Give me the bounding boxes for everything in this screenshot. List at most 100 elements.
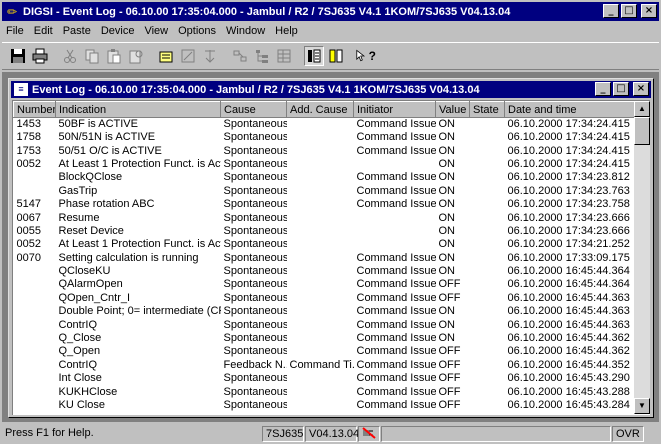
menu-file[interactable]: File	[6, 25, 24, 37]
cell-date-time: 06.10.2000 16:45:43.290	[507, 372, 630, 385]
cell-initiator	[354, 238, 436, 251]
cell-state	[470, 305, 505, 318]
cut-icon[interactable]	[60, 46, 80, 66]
column-header-initiator[interactable]: Initiator	[353, 101, 436, 118]
cell-value: ON	[438, 118, 456, 130]
maximize-button[interactable]: □	[621, 4, 637, 18]
table-row[interactable]: 0067 Resume Spontaneous ON 06.10.2000 17:34:…	[14, 211, 636, 224]
table-row[interactable]: ContrIQ Feedback N...Command Ti...Command…	[14, 359, 636, 372]
cell-state	[470, 144, 505, 157]
column-header-date-time[interactable]: Date and time	[504, 101, 636, 118]
menu-window[interactable]: Window	[226, 25, 265, 37]
cell-value: ON	[438, 265, 456, 278]
table-row[interactable]: QOpen_Cntr_I Spontaneous Command Issue...O…	[14, 292, 636, 305]
save-icon[interactable]	[8, 46, 28, 66]
scroll-down-button[interactable]: ▼	[634, 398, 650, 414]
app-titlebar[interactable]: ✏ DIGSI - Event Log - 06.10.00 17:35:04.…	[2, 2, 659, 21]
menu-paste[interactable]: Paste	[63, 25, 91, 37]
cell-initiator: Command Issue...	[356, 291, 436, 304]
child-close-button[interactable]: ×	[633, 82, 649, 96]
child-maximize-button[interactable]: □	[613, 82, 629, 96]
cell-date-time: 06.10.2000 17:33:09.175	[507, 251, 630, 264]
table-row[interactable]: 5147 Phase rotation ABC Spontaneous Command…	[14, 198, 636, 211]
details-icon[interactable]	[304, 46, 324, 66]
vertical-scrollbar[interactable]: ▲ ▼	[634, 101, 650, 414]
cell-indication: 50BF is ACTIVE	[58, 118, 138, 130]
table-row[interactable]: ContrIQ Spontaneous Command Issue...ON 06.1…	[14, 318, 636, 331]
cell-cause: Spontaneous	[223, 251, 287, 264]
table-row[interactable]: GasTrip Spontaneous Command Issue...ON 06.1…	[14, 185, 636, 198]
column-header-value[interactable]: Value	[435, 101, 470, 118]
print-icon[interactable]	[30, 46, 50, 66]
cell-number	[14, 278, 56, 291]
sort-icon[interactable]	[200, 46, 220, 66]
digsi-app-icon[interactable]: ✏	[5, 5, 19, 19]
menu-help[interactable]: Help	[275, 25, 298, 37]
cell-number: 0070	[16, 251, 41, 264]
cell-add-cause	[287, 292, 354, 305]
table-row[interactable]: KUKHClose Spontaneous Command Issue...OFF 0…	[14, 385, 636, 398]
cell-initiator: Command Issue...	[356, 305, 436, 318]
menu-view[interactable]: View	[144, 25, 168, 37]
paste-special-icon[interactable]	[126, 46, 146, 66]
properties-icon[interactable]	[156, 46, 176, 66]
cell-add-cause	[287, 252, 354, 265]
column-header-cause[interactable]: Cause	[220, 101, 287, 118]
menu-device[interactable]: Device	[101, 25, 135, 37]
cell-number	[14, 292, 56, 305]
object-props-icon[interactable]	[178, 46, 198, 66]
cell-add-cause	[287, 265, 354, 278]
cell-value: ON	[438, 171, 456, 184]
cell-date-time: 06.10.2000 16:45:43.284	[507, 399, 630, 411]
menu-options[interactable]: Options	[178, 25, 216, 37]
cell-number	[14, 185, 56, 198]
event-log-doc-icon[interactable]: ≡	[14, 83, 28, 96]
cell-number: 1758	[16, 131, 41, 144]
menu-edit[interactable]: Edit	[34, 25, 53, 37]
table-row[interactable]: QCloseKU Spontaneous Command Issue...ON 06.…	[14, 265, 636, 278]
scroll-thumb[interactable]	[634, 117, 650, 145]
cell-number	[14, 265, 56, 278]
status-help-text: Press F1 for Help.	[5, 427, 94, 439]
column-view-icon[interactable]	[326, 46, 346, 66]
paste-icon[interactable]	[104, 46, 124, 66]
cell-add-cause	[287, 144, 354, 157]
table-row[interactable]: BlockQClose Spontaneous Command Issue...ON…	[14, 171, 636, 184]
help-icon[interactable]: ?	[356, 46, 376, 66]
minimize-button[interactable]: _	[603, 4, 619, 18]
cell-initiator: Command Issue...	[356, 251, 436, 264]
table-row[interactable]: 0052 At Least 1 Protection Funct. is Acti…	[14, 158, 636, 171]
child-minimize-button[interactable]: _	[595, 82, 611, 96]
cell-date-time: 06.10.2000 17:34:23.812	[507, 171, 630, 184]
column-header-indication[interactable]: Indication	[55, 101, 221, 118]
cell-number: 1453	[16, 118, 41, 130]
table-row[interactable]: KU Close Spontaneous Command Issue...OFF 06…	[14, 399, 636, 412]
cell-state	[470, 185, 505, 198]
table-row[interactable]: 0052 At Least 1 Protection Funct. is Acti…	[14, 238, 636, 251]
column-header-number[interactable]: Number	[13, 101, 56, 118]
table-row[interactable]: Q_Open Spontaneous Command Issue...OFF 06.1…	[14, 345, 636, 358]
copy-icon[interactable]	[82, 46, 102, 66]
table-row[interactable]: 0055 Reset Device Spontaneous ON 06.10.2000 …	[14, 225, 636, 238]
table-row[interactable]: Double Point; 0= intermediate (CF_D2)Spo…	[14, 305, 636, 318]
cell-number: 5147	[16, 198, 41, 211]
event-log-titlebar[interactable]: ≡ Event Log - 06.10.00 17:35:04.000 - Ja…	[11, 81, 651, 98]
table-row[interactable]: 0070 Setting calculation is running Sponta…	[14, 252, 636, 265]
table-row[interactable]: 1758 50N/51N is ACTIVE Spontaneous Command …	[14, 131, 636, 144]
column-header-state[interactable]: State	[469, 101, 505, 118]
table-row[interactable]: 1453 50BF is ACTIVE Spontaneous Command Iss…	[14, 118, 636, 132]
cell-cause: Spontaneous	[223, 399, 287, 411]
status-device: 7SJ635	[262, 426, 304, 442]
table-row[interactable]: Q_Close Spontaneous Command Issue...ON 06.1…	[14, 332, 636, 345]
table-row[interactable]: Int Close Spontaneous Command Issue...OFF 0…	[14, 372, 636, 385]
reorder-icon[interactable]	[230, 46, 250, 66]
list-icon[interactable]	[274, 46, 294, 66]
close-button[interactable]: ×	[641, 4, 657, 18]
cell-value: ON	[438, 198, 456, 211]
column-header-add-cause[interactable]: Add. Cause	[286, 101, 354, 118]
scroll-up-button[interactable]: ▲	[634, 101, 650, 117]
cell-number: 0052	[16, 157, 41, 170]
table-row[interactable]: QAlarmOpen Spontaneous Command Issue...OFF…	[14, 278, 636, 291]
tree-icon[interactable]	[252, 46, 272, 66]
table-row[interactable]: 1753 50/51 O/C is ACTIVE Spontaneous Comman…	[14, 144, 636, 157]
